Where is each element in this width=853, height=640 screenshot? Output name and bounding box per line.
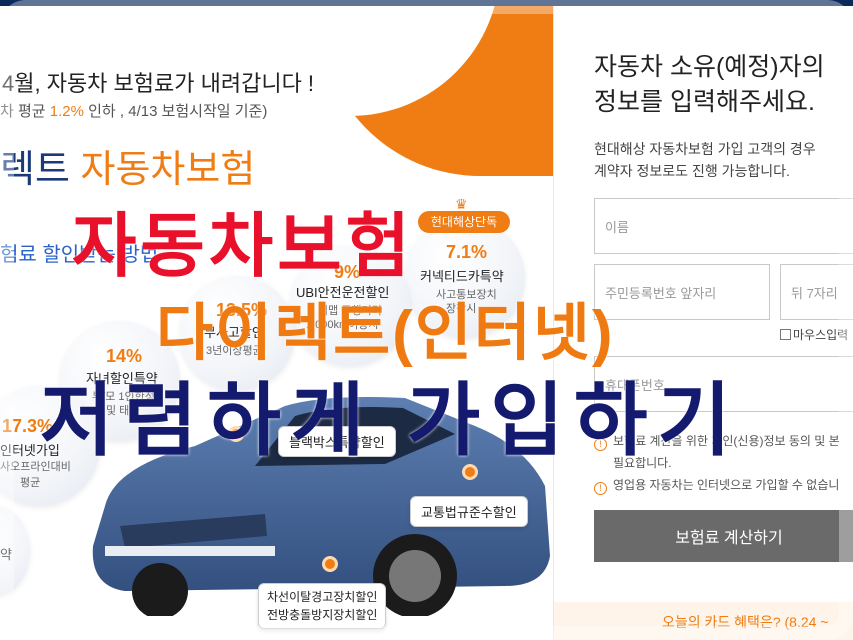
brand-title: 렉트 자동차보험 — [0, 138, 255, 193]
overlay-title-line-1: 자동차보험 — [72, 207, 414, 285]
exclusive-badge: 현대해상단독 — [418, 211, 510, 233]
page: 4월, 자동차 보험료가 내려갑니다 ! 차 평균 1.2% 인하 , 4/13… — [0, 0, 853, 640]
commercial-note: ! 영업용 자동차는 인터넷으로 가입할 수 없습니 — [594, 476, 839, 495]
mouse-input-label: 마우스입력 — [793, 328, 849, 342]
form-title: 자동차 소유(예정)자의 정보를 입력해주세요. — [594, 50, 825, 120]
checkbox-box[interactable] — [780, 329, 791, 340]
overlay-title-line-3: 저렴하게 가입하기 — [40, 376, 742, 465]
form-description: 현대해상 자동차보험 가입 고객의 경우 계약자 정보로도 진행 가능합니다. — [594, 138, 816, 182]
card-benefit-banner[interactable]: 오늘의 카드 혜택은? (8.24 ~ — [554, 602, 853, 640]
form-title-line-2: 정보를 입력해주세요. — [594, 88, 815, 116]
commercial-note-text: 영업용 자동차는 인터넷으로 가입할 수 없습니 — [613, 478, 840, 492]
info-icon: ! — [594, 482, 607, 495]
form-desc-line-2: 계약자 정보로도 진행 가능합니다. — [594, 163, 790, 179]
rrn-front-input[interactable]: 주민등록번호 앞자리 — [594, 264, 770, 320]
tag-safety-line-1: 차선이탈경고장치할인 — [267, 590, 378, 604]
mouse-input-checkbox[interactable]: 마우스입력 — [780, 326, 848, 343]
tag-safety-devices: 차선이탈경고장치할인 전방충돌방지장치할인 — [258, 583, 387, 629]
name-input[interactable]: 이름 — [594, 198, 853, 254]
tag-safety-line-2: 전방충돌방지장치할인 — [267, 608, 378, 622]
tag-traffic: 교통법규준수할인 — [410, 496, 528, 527]
promo-headline: 4월, 자동차 보험료가 내려갑니다 ! — [2, 71, 315, 96]
promo-subline: 차 평균 1.2% 인하 , 4/13 보험시작일 기준) — [0, 100, 267, 121]
subline-text: 차 평균 — [0, 103, 50, 120]
discount-label-edge: 약 — [0, 547, 12, 562]
brand-part-1: 렉트 — [0, 149, 81, 191]
crown-icon: ♛ — [455, 196, 468, 212]
rrn-back-input[interactable]: 뒤 7자리 — [780, 264, 853, 320]
discount-sub: 평균 — [20, 477, 41, 489]
subline-rate: 1.2% — [49, 103, 84, 120]
form-desc-line-1: 현대해상 자동차보험 가입 고객의 경우 — [594, 141, 816, 157]
feature-pin — [322, 556, 338, 572]
discount-rate: 7.1% — [446, 242, 488, 262]
brand-part-2: 자동차보험 — [80, 149, 256, 191]
form-title-line-1: 자동차 소유(예정)자의 — [594, 53, 825, 81]
subline-text-2: 인하 , 4/13 보험시작일 기준) — [83, 103, 268, 120]
calculate-premium-button[interactable]: 보험료 계산하기 — [594, 510, 853, 562]
